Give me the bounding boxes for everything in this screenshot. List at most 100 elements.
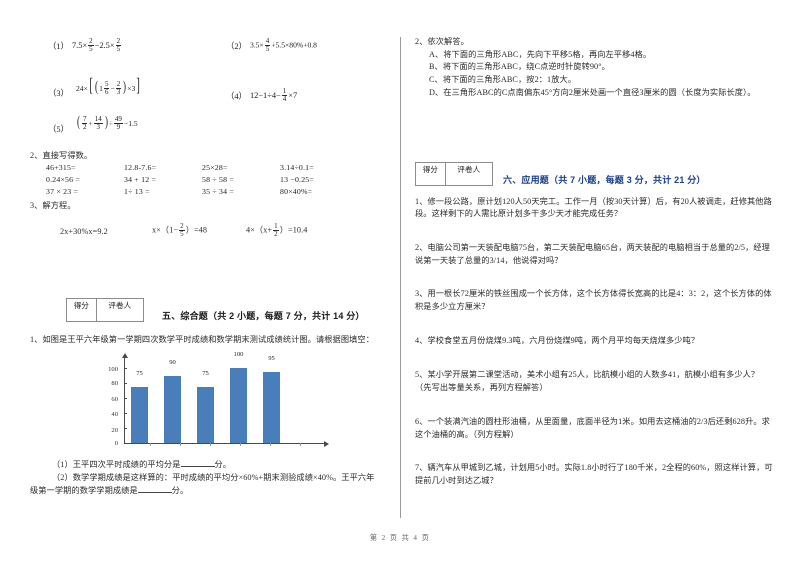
chart-xtick-mark [270, 443, 271, 447]
section-6-header: 得分 评卷人 六、应用题（共 7 小题，每题 3 分，共计 21 分） [415, 161, 773, 196]
chart-ytick-mark [124, 443, 127, 445]
section-5-subquestions: （1）王平四次平时成绩的平均分是 分。 （2）数学学期成绩是这样算的：平时成绩的平… [30, 459, 388, 497]
chart-bar-label: 90 [169, 358, 176, 366]
calc-cell: 12.8-7.6= [124, 162, 157, 172]
section-solve-equations: 3、解方程。 2x+30%x=9.2 x×（1− 2 5 ）=48 4×（x+ 1 2 ）=… [30, 200, 388, 255]
exercise-2-label: （2） [226, 41, 247, 51]
answer-blank[interactable] [137, 491, 172, 493]
exercise-4-label: （4） [226, 91, 247, 101]
exercise-3-expression: 24×[(1 5 6−2 3)×3] [75, 75, 141, 97]
section-3-heading: 3、解方程。 [30, 200, 76, 210]
section-direct-answers: 2、直接写得数。 46+315= 12.8-7.6= 25×28= 3.14÷0… [30, 150, 388, 196]
equation-1: 2x+30%x=9.2 [60, 227, 108, 237]
exercise-3: （3） 24×[(1 5 6−2 3)×3] [48, 75, 140, 104]
exercise-row-2: （3） 24×[(1 5 6−2 3)×3] （4） 12−1÷4− 1 4 ×7 [30, 68, 388, 114]
score-bar-chart: 100 80 60 40 20 0 75 90 75 100 95 [30, 351, 388, 457]
exercise-4: （4） 12−1÷4− 1 4 ×7 [226, 86, 298, 104]
calc-cell: 25×28= [202, 162, 228, 172]
exercise-1-label: （1） [48, 41, 69, 51]
word-problem: 6、一个装满汽油的圆柱形油桶，从里面量，底面半径为1米。如用去这桶油的2/3后还… [415, 416, 770, 439]
chart-bar [263, 371, 280, 444]
chart-plot-area: 100 80 60 40 20 0 75 90 75 100 95 [88, 351, 330, 453]
section-2-heading: 2、直接写得数。 [30, 151, 93, 160]
word-problem: 1、修一段公路，原计划120人50天完工。工作一月（按30天计算）后，有20人被… [415, 196, 772, 219]
chart-bar [197, 386, 214, 444]
chart-bar-label: 75 [136, 370, 143, 378]
calculation-exercises: （1） 7.5× 2 5 −2.5× 2 5 （2） 3.5× 4 5 +5.5×80%+0.8… [30, 30, 388, 146]
word-problem: 2、电脑公司第一天装配电脑75台，第二天装配电脑65台，两天装配的电脑相当于总量… [415, 242, 770, 265]
score-label: 得分 [67, 299, 97, 322]
score-grader-box-5: 得分 评卷人 [66, 298, 144, 323]
page-footer: 第 2 页 共 4 页 [369, 534, 431, 542]
calc-cell: 35 ÷ 34 = [202, 186, 234, 196]
subquestion-1: （1）王平四次平时成绩的平均分是 分。 [52, 459, 388, 472]
score-label: 得分 [416, 162, 446, 185]
exam-page: （1） 7.5× 2 5 −2.5× 2 5 （2） 3.5× 4 5 +5.5×80%+0.8… [0, 0, 800, 565]
column-divider [400, 37, 401, 518]
word-problem: 7、辆汽车从甲城到乙城，计划用5小时。实际1.8小时行了180千米，2全程的60… [415, 463, 773, 485]
chart-ytick-mark [124, 383, 127, 385]
section-6-title: 六、应用题（共 7 小题，每题 3 分，共计 21 分） [503, 174, 706, 185]
exercise-4-expression: 12−1÷4− 1 4 ×7 [249, 86, 298, 103]
computation-grid: 46+315= 12.8-7.6= 25×28= 3.14÷0.1= 0.24×… [46, 163, 388, 196]
grader-label: 评卷人 [108, 301, 132, 311]
right-column: 2、依次解答。 A、将下面的三角形ABC，先向下平移5格，再向左平移4格。 B、… [415, 22, 773, 488]
exercise-5: （5） (7 2 +14 3)÷ 49 9 −1.5 [48, 114, 138, 138]
section-stepwise-answers: 2、依次解答。 A、将下面的三角形ABC，先向下平移5格，再向左平移4格。 B、… [415, 36, 773, 100]
chart-bar [131, 386, 148, 444]
chart-bar-label: 75 [202, 370, 209, 378]
calc-cell: 37 × 23 = [46, 186, 79, 196]
option-d: D、在三角形ABC的C点南偏东45°方向2厘米处画一个直径3厘米的圆（长度为实际… [429, 87, 756, 97]
exercise-1: （1） 7.5× 2 5 −2.5× 2 5 [48, 36, 122, 54]
section-5-title: 五、综合题（共 2 小题，每题 7 分，共计 14 分） [162, 311, 365, 322]
subquestion-1-text-a: （1）王平四次平时成绩的平均分是 [52, 460, 181, 470]
answer-blank[interactable] [180, 466, 215, 468]
subquestion-2-line1: （2）数学学期成绩是这样算的：平时成绩的平均分×60%+期末测验成绩×40%。王… [52, 472, 375, 482]
section-5-header: 得分 评卷人 五、综合题（共 2 小题，每题 7 分，共计 14 分） [66, 298, 388, 332]
exercise-5-expression: (7 2 +14 3)÷ 49 9 −1.5 [76, 114, 138, 132]
grader-label: 评卷人 [457, 164, 481, 174]
exercise-1-expression: 7.5× 2 5 −2.5× 2 5 [71, 36, 122, 53]
chart-ytick-mark [124, 413, 127, 415]
calc-cell: 0.24×56 = [46, 174, 80, 184]
chart-bar-label: 100 [233, 350, 244, 358]
chart-xtick-mark [240, 443, 241, 447]
score-grader-box-6: 得分 评卷人 [415, 161, 493, 186]
right-section-2-heading: 2、依次解答。 [415, 37, 469, 46]
exercise-2-expression: 3.5× 4 5 +5.5×80%+0.8 [249, 36, 317, 53]
calc-cell: 3.14÷0.1= [280, 162, 314, 172]
chart-xtick-mark [150, 443, 151, 447]
chart-bar [230, 368, 247, 444]
chart-bar-label: 95 [268, 354, 275, 362]
section-5-q1-intro: 1、如图是王平六年级第一学期四次数学平时成绩和数学期末测试成绩统计图。请根据图填… [30, 335, 374, 345]
exercise-row-1: （1） 7.5× 2 5 −2.5× 2 5 （2） 3.5× 4 5 +5.5×80%+0.8 [30, 30, 388, 68]
chart-bar [164, 375, 181, 444]
calc-cell: 58 ÷ 58 = [202, 174, 234, 184]
calc-cell: 13 −0.25= [280, 174, 314, 184]
subquestion-2-text-b: 级第一学期的数学学期成绩是 [30, 485, 138, 495]
option-c: C、将下面的三角形ABC，按2：1放大。 [429, 75, 577, 85]
calc-cell: 80×40%= [280, 186, 313, 196]
chart-y-axis [121, 353, 128, 444]
chart-ytick-label: 40 [111, 411, 118, 419]
calc-cell: 46+315= [46, 162, 76, 172]
chart-ytick-label: 80 [111, 380, 118, 388]
equation-3: 4×（x+ 1 2 ）=10.4 [246, 221, 308, 239]
chart-ytick-mark [124, 368, 127, 370]
word-problems-list: 1、修一段公路，原计划120人50天完工。工作一月（按30天计算）后，有20人被… [415, 196, 773, 488]
equation-2: x×（1− 2 5 ）=48 [152, 221, 208, 239]
option-b: B、将下面的三角形ABC，绕C点逆时针旋转90°。 [429, 62, 610, 72]
exercise-row-3: （5） (7 2 +14 3)÷ 49 9 −1.5 [30, 114, 388, 146]
chart-ytick-label: 100 [108, 365, 118, 373]
chart-ytick-label: 0 [114, 440, 118, 448]
word-problem: 3、用一根长72厘米的铁丝围成一个长方体，这个长方体得长宽高的比是4：3：2，这… [415, 289, 772, 312]
word-problem: 5、某小学开展第二课堂活动，美术小组有25人，比航模小组的人数多41，航模小组有… [415, 370, 760, 393]
subquestion-2-line2: 级第一学期的数学学期成绩是 分。 [30, 485, 388, 498]
chart-ytick-mark [124, 398, 127, 400]
exercise-3-label: （3） [48, 89, 69, 99]
chart-ytick-mark [124, 428, 127, 430]
calc-cell: 1÷ 13 = [124, 186, 150, 196]
word-problem: 4、学校食堂五月份烧煤9.3吨，六月份烧煤9吨，两个月平均每天烧煤多少吨？ [415, 335, 700, 345]
chart-ytick-label: 20 [111, 427, 118, 434]
subquestion-2-text-c: 分。 [171, 485, 189, 495]
